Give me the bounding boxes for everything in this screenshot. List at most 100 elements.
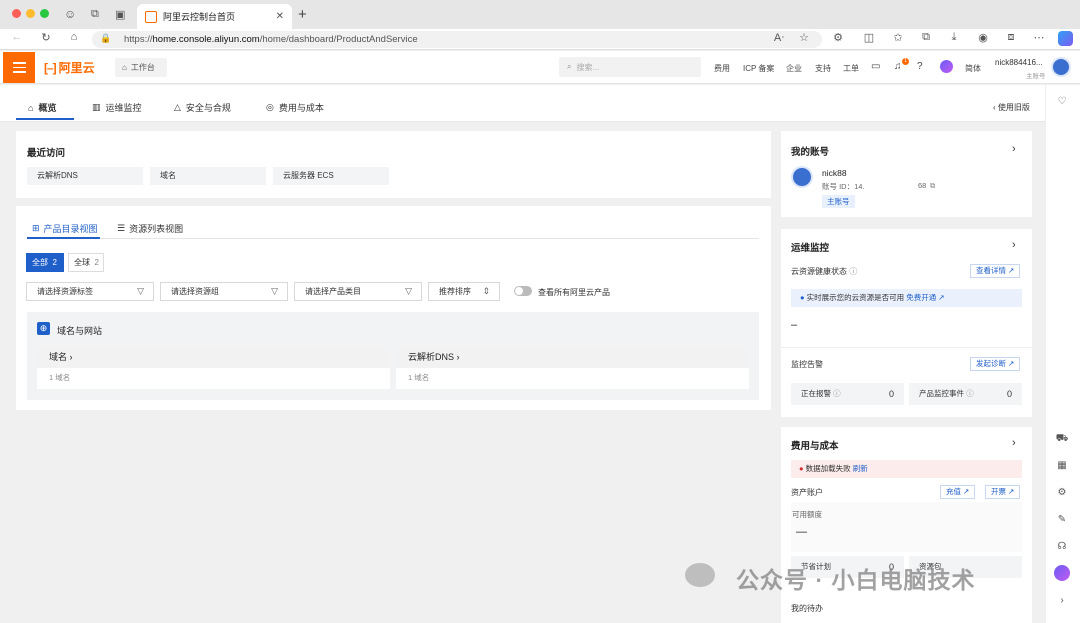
feedback-icon[interactable]: ♡	[1052, 96, 1072, 107]
workbench-button[interactable]: ⌂ 工作台	[115, 58, 167, 77]
screenshot-icon[interactable]: ⧈	[1003, 31, 1019, 44]
events-stat: 产品监控事件 ⓘ 0	[909, 383, 1022, 405]
stat-value: 0	[1006, 389, 1012, 399]
chevron-right-icon[interactable]: ›	[1052, 595, 1072, 606]
favorite-star-icon[interactable]: ☆	[796, 31, 812, 44]
nav-icp[interactable]: ICP 备案	[743, 63, 774, 74]
watermark-text: 公众号 · 小白电脑技术	[736, 567, 976, 593]
copilot-icon[interactable]	[1058, 31, 1073, 46]
favorites-icon[interactable]: ✩	[890, 31, 906, 44]
old-version-label: 使用旧版	[997, 103, 1030, 112]
more-menu-icon[interactable]: ⋯	[1031, 31, 1047, 44]
tab-label: 资源列表视图	[129, 224, 184, 234]
old-version-link[interactable]: ‹ 使用旧版	[993, 102, 1030, 113]
help-icon[interactable]: ?	[917, 61, 923, 72]
external-link-icon: ↗	[1008, 359, 1015, 368]
edit-icon[interactable]: ✎	[1052, 514, 1072, 525]
chevron-right-icon[interactable]: ›	[1012, 437, 1016, 449]
help-icon: ⓘ	[849, 267, 858, 276]
collections-icon[interactable]: ⧉	[91, 8, 99, 21]
nav-support[interactable]: 支持	[815, 63, 831, 74]
ai-assistant-icon[interactable]	[940, 60, 953, 73]
maximize-window-button[interactable]	[40, 9, 49, 18]
close-tab-icon[interactable]: ✕	[276, 11, 284, 22]
tab-overview[interactable]: ⌂ 概览	[28, 101, 56, 114]
terminal-icon[interactable]: ▭	[871, 61, 880, 72]
back-icon[interactable]: ←	[9, 31, 25, 43]
scope-global-button[interactable]: 全球 2	[68, 253, 104, 272]
shield-extension-icon[interactable]: ◉	[975, 31, 991, 44]
search-input[interactable]: ⌕ 搜索...	[559, 57, 701, 77]
info-icon: ●	[800, 293, 805, 302]
avatar[interactable]	[1051, 57, 1071, 77]
settings-icon[interactable]: ⚙	[1052, 487, 1072, 498]
ai-assistant-icon[interactable]	[1054, 565, 1070, 581]
category-select[interactable]: 请选择产品类目 ▽	[294, 282, 422, 301]
tag-filter-select[interactable]: 请选择资源标签 ▽	[26, 282, 154, 301]
recent-item-ecs[interactable]: 云服务器 ECS	[273, 167, 389, 185]
toggle-knob	[515, 287, 523, 295]
recharge-button[interactable]: 充值 ↗	[940, 485, 976, 499]
cart-icon[interactable]: ⛟	[1052, 433, 1072, 446]
headset-icon[interactable]: ☊	[1052, 541, 1072, 552]
menu-button[interactable]	[3, 52, 35, 83]
browser-tab-active[interactable]: 阿里云控制台首页 ✕	[137, 4, 292, 29]
copy-icon[interactable]: ⧉	[930, 181, 935, 191]
profile-icon[interactable]: ☺	[64, 7, 76, 21]
external-link-icon: ↗	[963, 487, 970, 496]
free-activate-link[interactable]: 免费开通	[906, 293, 936, 302]
bell-icon[interactable]: ♫	[894, 61, 902, 72]
account-name[interactable]: nick884416...	[995, 58, 1043, 67]
wechat-icon	[685, 563, 715, 587]
product-card-domain[interactable]: 域名 › 1 域名	[37, 346, 390, 389]
invoice-button[interactable]: 开票 ↗	[985, 485, 1021, 499]
language-switch[interactable]: 简体	[965, 63, 981, 74]
tab-security[interactable]: △ 安全与合规	[174, 101, 231, 114]
recent-item-domain[interactable]: 域名	[150, 167, 266, 185]
scope-label: 全球	[74, 258, 90, 267]
filter-label: 请选择产品类目	[305, 287, 361, 296]
logo-text: 阿里云	[58, 61, 95, 75]
tab-catalog-view[interactable]: ⊞ 产品目录视图	[32, 222, 98, 235]
tab-resource-list-view[interactable]: ☰ 资源列表视图	[117, 222, 183, 235]
view-details-button[interactable]: 查看详情 ↗	[970, 264, 1021, 278]
read-aloud-icon[interactable]: Aᐧ	[771, 31, 787, 44]
tab-cost[interactable]: ◎ 费用与成本	[266, 101, 324, 114]
cpu-icon[interactable]: ▦	[1052, 460, 1072, 471]
chevron-right-icon: ›	[69, 352, 73, 362]
tab-ops-monitor[interactable]: ▥ 运维监控	[92, 101, 142, 114]
globe-icon: ⊕	[37, 322, 50, 335]
sort-select[interactable]: 推荐排序 ⇕	[428, 282, 500, 301]
show-all-toggle[interactable]	[514, 286, 532, 296]
tab-actions-icon[interactable]: ▣	[115, 8, 125, 21]
search-placeholder: 搜索...	[576, 62, 600, 72]
collections-bar-icon[interactable]: ⧉	[918, 31, 934, 44]
site-info-icon[interactable]: 🔒	[100, 33, 111, 44]
diagnose-button[interactable]: 发起诊断 ↗	[970, 357, 1021, 371]
download-icon[interactable]: ⤓	[946, 31, 962, 44]
minimize-window-button[interactable]	[26, 9, 35, 18]
chevron-right-icon[interactable]: ›	[1012, 143, 1016, 155]
nav-enterprise[interactable]: 企业	[786, 63, 802, 74]
nav-fees[interactable]: 费用	[714, 63, 730, 74]
nav-ticket[interactable]: 工单	[843, 63, 859, 74]
split-screen-icon[interactable]: ◫	[861, 31, 877, 44]
product-card-dns[interactable]: 云解析DNS › 1 域名	[396, 346, 749, 389]
address-bar[interactable]: https://home.console.aliyun.com/home/das…	[92, 31, 822, 48]
home-icon: ⌂	[122, 63, 127, 72]
show-all-label: 查看所有阿里云产品	[538, 288, 610, 297]
reload-icon[interactable]: ↻	[38, 31, 54, 44]
home-icon[interactable]: ⌂	[66, 31, 82, 43]
refresh-link[interactable]: 刷新	[853, 464, 868, 473]
grid-icon: ⊞	[32, 223, 40, 233]
new-tab-button[interactable]: +	[298, 6, 307, 23]
aliyun-logo[interactable]: [–] 阿里云	[44, 59, 95, 76]
info-text: 实时展示您的云资源是否可用	[806, 293, 905, 302]
close-window-button[interactable]	[12, 9, 21, 18]
url-host: home.console.aliyun.com	[152, 34, 260, 45]
scope-all-button[interactable]: 全部 2	[26, 253, 64, 272]
chevron-right-icon[interactable]: ›	[1012, 239, 1016, 251]
resource-group-select[interactable]: 请选择资源组 ▽	[160, 282, 288, 301]
extensions-icon[interactable]: ⚙	[830, 31, 846, 44]
recent-item-dns[interactable]: 云解析DNS	[27, 167, 143, 185]
